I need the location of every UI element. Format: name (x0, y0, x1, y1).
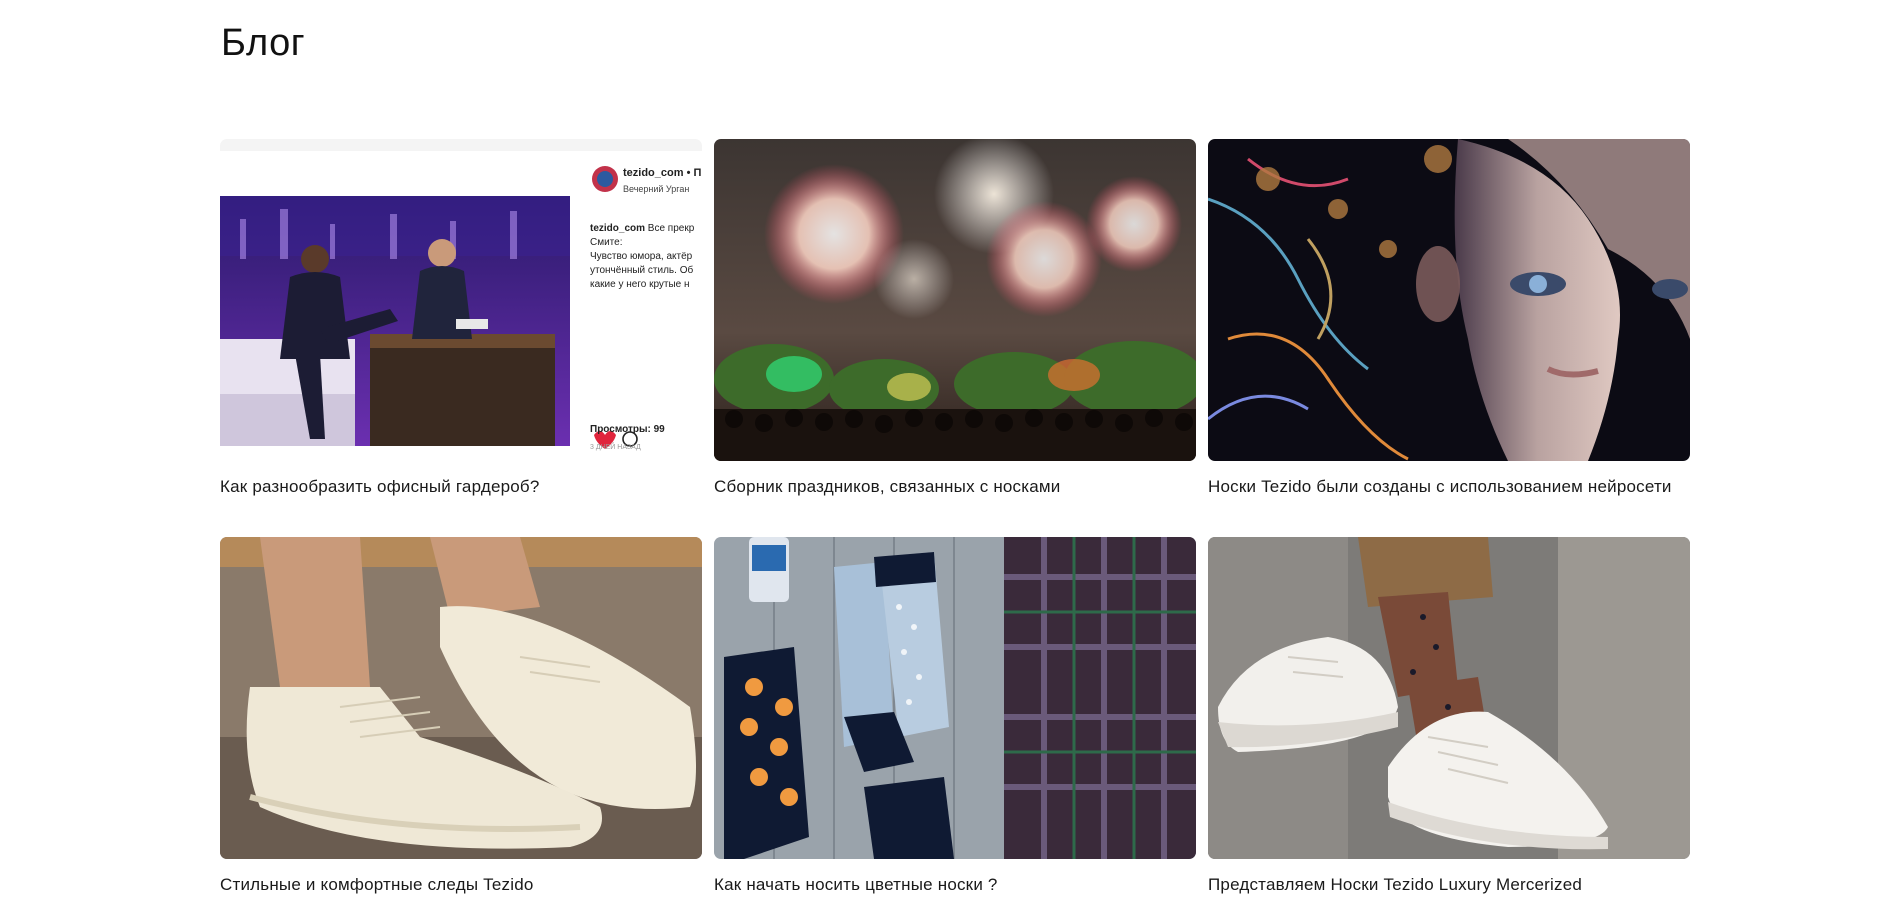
blog-card[interactable]: Стильные и комфортные следы Tezido (220, 537, 702, 897)
blog-card[interactable]: tezido_com • П Вечерний Урган tezido_com… (220, 139, 702, 499)
blog-page: Блог tezido_com • П Вечерний Урган tezid… (0, 0, 1901, 916)
instagram-views: Просмотры: 99 (590, 424, 665, 435)
blog-card-image[interactable] (714, 537, 1196, 859)
blog-card-title[interactable]: Стильные и комфортные следы Tezido (220, 873, 702, 897)
svg-text:какие у него крутые н: какие у него крутые н (590, 279, 690, 290)
blog-card-title[interactable]: Как начать носить цветные носки ? (714, 873, 1196, 897)
svg-text:Смите:: Смите: (590, 237, 623, 248)
svg-text:Чувство юмора, актёр: Чувство юмора, актёр (590, 251, 693, 262)
blog-card[interactable]: Сборник праздников, связанных с носками (714, 139, 1196, 499)
instagram-username: tezido_com • П (623, 167, 701, 179)
page-title: Блог (221, 22, 306, 64)
blog-card-image[interactable] (220, 537, 702, 859)
blog-card-image[interactable] (1208, 537, 1690, 859)
blog-card-image[interactable] (1208, 139, 1690, 461)
svg-text:tezido_com Все прекр: tezido_com Все прекр (590, 223, 695, 234)
instagram-time: 3 ДНЕЙ НАЗАД (590, 442, 641, 451)
blog-card[interactable]: Представляем Носки Tezido Luxury Merceri… (1208, 537, 1690, 897)
blog-card-title[interactable]: Носки Tezido были созданы с использовани… (1208, 475, 1690, 499)
blog-card[interactable]: Носки Tezido были созданы с использовани… (1208, 139, 1690, 499)
blog-card-title[interactable]: Сборник праздников, связанных с носками (714, 475, 1196, 499)
blog-card-title[interactable]: Как разнообразить офисный гардероб? (220, 475, 702, 499)
blog-card-image[interactable] (714, 139, 1196, 461)
instagram-subtitle: Вечерний Урган (623, 184, 689, 194)
blog-grid: tezido_com • П Вечерний Урган tezido_com… (220, 139, 1692, 897)
blog-card[interactable]: Как начать носить цветные носки ? (714, 537, 1196, 897)
blog-card-title[interactable]: Представляем Носки Tezido Luxury Merceri… (1208, 873, 1690, 897)
svg-text:утончённый стиль. Об: утончённый стиль. Об (590, 264, 693, 276)
blog-card-image[interactable]: tezido_com • П Вечерний Урган tezido_com… (220, 139, 702, 461)
